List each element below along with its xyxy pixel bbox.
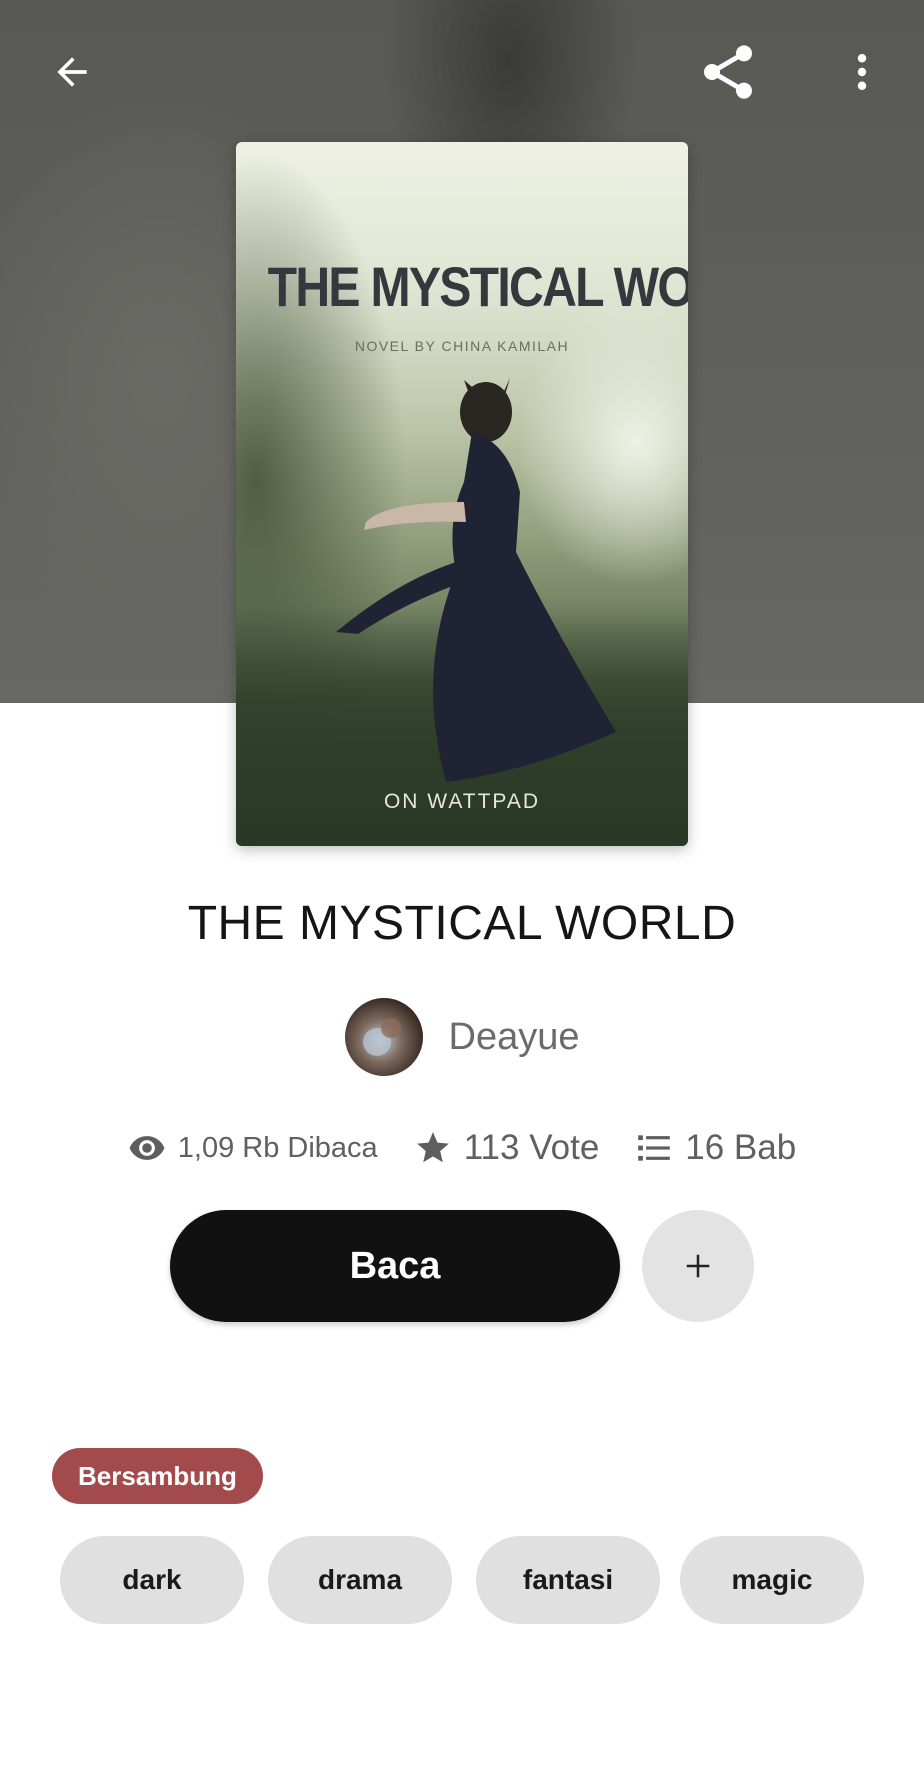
tag-magic[interactable]: magic	[680, 1536, 864, 1624]
avatar-image	[362, 1018, 401, 1056]
reads-stat: 1,09 Rb Dibaca	[128, 1129, 378, 1167]
chapters-count: 16 Bab	[685, 1128, 797, 1167]
author-name[interactable]: Deayue	[449, 1016, 580, 1059]
status-badge: Bersambung	[52, 1448, 263, 1504]
stats-row: 1,09 Rb Dibaca 113 Vote 16 Bab	[0, 1118, 924, 1178]
read-button[interactable]: Baca	[170, 1210, 620, 1322]
tag-drama[interactable]: drama	[268, 1536, 452, 1624]
votes-stat: 113 Vote	[414, 1128, 600, 1168]
tag-dark[interactable]: dark	[60, 1536, 244, 1624]
add-to-library-button[interactable]	[642, 1210, 754, 1322]
chapters-stat: 16 Bab	[635, 1128, 796, 1168]
share-button[interactable]	[692, 36, 764, 108]
reads-count: 1,09 Rb Dibaca	[177, 1131, 378, 1164]
cover-footer: ON WATTPAD	[383, 790, 541, 813]
eye-icon	[129, 1136, 165, 1160]
cover-figure	[336, 378, 616, 782]
cover-subtitle: NOVEL BY CHINA KAMILAH	[354, 338, 570, 354]
back-button[interactable]	[36, 36, 108, 108]
author-avatar[interactable]	[344, 998, 423, 1076]
tag-fantasi[interactable]: fantasi	[476, 1536, 660, 1624]
star-icon	[416, 1132, 449, 1163]
plus-icon	[686, 1254, 710, 1278]
more-vertical-icon	[857, 54, 867, 90]
book-cover[interactable]: THE MYSTICAL WORLD NOVEL BY CHINA KAMILA…	[236, 142, 688, 846]
book-title: THE MYSTICAL WORLD	[187, 897, 737, 950]
more-options-button[interactable]	[826, 36, 898, 108]
arrow-left-icon	[57, 57, 87, 87]
list-icon	[638, 1135, 671, 1161]
votes-count: 113 Vote	[463, 1128, 600, 1167]
cover-title: THE MYSTICAL WORLD	[267, 255, 688, 318]
author-row[interactable]: Deayue	[0, 998, 924, 1076]
share-icon	[704, 45, 752, 99]
